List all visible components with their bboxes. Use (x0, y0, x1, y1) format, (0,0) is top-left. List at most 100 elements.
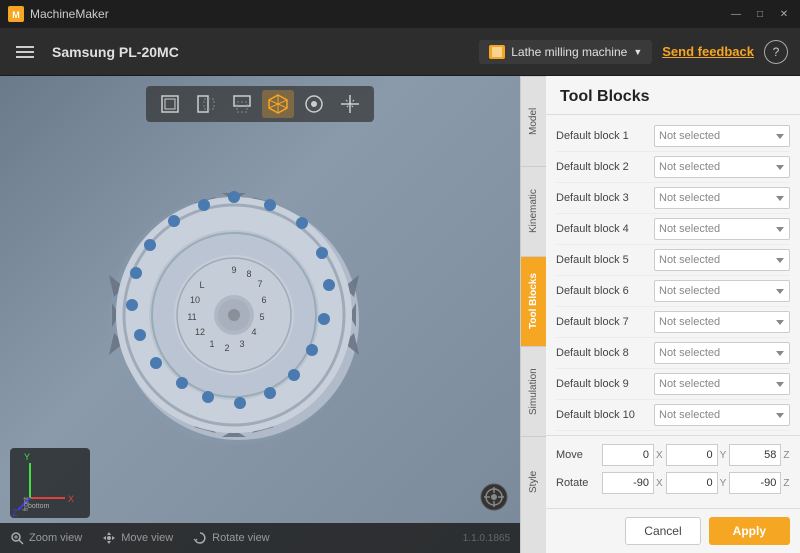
send-feedback-button[interactable]: Send feedback (662, 44, 754, 59)
transform-section: Move X Y Z (546, 435, 800, 508)
block-select-10[interactable]: Not selected (654, 404, 790, 426)
rotate-label: Rotate view (212, 532, 269, 544)
rotate-y-input[interactable] (666, 472, 718, 494)
move-view-tool[interactable]: Move view (102, 531, 173, 545)
block-row-4: Default block 4 Not selected (556, 214, 790, 245)
rotate-row: Rotate X Y Z (556, 472, 790, 494)
block-select-6[interactable]: Not selected (654, 280, 790, 302)
header-right: Lathe milling machine ▼ Send feedback ? (479, 40, 788, 64)
front-view-button[interactable] (154, 90, 186, 118)
move-inputs: X Y Z (602, 444, 790, 466)
panel-title: Tool Blocks (546, 76, 800, 115)
zoom-icon (10, 531, 24, 545)
machine-name: Samsung PL-20MC (52, 44, 179, 60)
home-button[interactable] (480, 483, 510, 513)
tab-tool-blocks[interactable]: Tool Blocks (521, 256, 546, 346)
tab-simulation[interactable]: Simulation (521, 346, 546, 436)
move-row: Move X Y Z (556, 444, 790, 466)
move-z-axis: Z (781, 450, 790, 461)
rotate-y-wrap: Y (666, 472, 727, 494)
iso-view-button[interactable] (262, 90, 294, 118)
block-label-6: Default block 6 (556, 285, 646, 297)
svg-text:2: 2 (224, 343, 229, 353)
rotate-view-tool[interactable]: Rotate view (193, 531, 269, 545)
svg-text:X: X (68, 494, 74, 504)
header-left: Samsung PL-20MC (12, 42, 179, 62)
move-x-axis: X (654, 450, 663, 461)
machine-type-button[interactable]: Lathe milling machine ▼ (479, 40, 652, 64)
rotate-x-input[interactable] (602, 472, 654, 494)
svg-text:10: 10 (190, 295, 200, 305)
rotate-z-axis: Z (781, 478, 790, 489)
crosshair-button[interactable] (334, 90, 366, 118)
svg-text:bottom: bottom (28, 503, 50, 510)
move-label-text: Move (556, 449, 598, 461)
minimize-button[interactable]: — (728, 6, 744, 22)
menu-button[interactable] (12, 42, 38, 62)
block-row-3: Default block 3Not selected (556, 183, 790, 214)
close-button[interactable]: ✕ (776, 6, 792, 22)
zoom-label: Zoom view (29, 532, 82, 544)
move-y-input[interactable] (666, 444, 718, 466)
right-panel: Model Kinematic Tool Blocks Simulation S… (520, 76, 800, 553)
block-label-5: Default block 5 (556, 254, 646, 266)
block-select-9[interactable]: Not selected (654, 373, 790, 395)
tab-model[interactable]: Model (521, 76, 546, 166)
move-label: Move view (121, 532, 173, 544)
machine-type-icon (489, 45, 505, 59)
block-row-9: Default block 9Not selected (556, 369, 790, 400)
machine-type-label: Lathe milling machine (511, 45, 627, 59)
rotate-y-axis: Y (718, 478, 727, 489)
move-z-input[interactable] (729, 444, 781, 466)
window-controls[interactable]: — □ ✕ (728, 6, 792, 22)
block-label-2: Default block 2 (556, 161, 646, 173)
view-toolbar (146, 86, 374, 122)
block-select-2[interactable]: Not selected (654, 156, 790, 178)
chevron-down-icon: ▼ (633, 47, 642, 57)
block-select-8[interactable]: Not selected (654, 342, 790, 364)
block-select-5[interactable]: Not selected (654, 249, 790, 271)
move-x-input[interactable] (602, 444, 654, 466)
tab-rail: Model Kinematic Tool Blocks Simulation S… (520, 76, 546, 553)
svg-text:9: 9 (231, 265, 236, 275)
block-label-8: Default block 8 (556, 347, 646, 359)
tab-style[interactable]: Style (521, 436, 546, 526)
svg-text:Z: Z (12, 508, 18, 518)
cancel-button[interactable]: Cancel (625, 517, 700, 545)
side-view-button[interactable] (190, 90, 222, 118)
move-y-axis: Y (718, 450, 727, 461)
help-button[interactable]: ? (764, 40, 788, 64)
block-label-4: Default block 4 (556, 223, 646, 235)
block-select-1[interactable]: Not selected (654, 125, 790, 147)
svg-text:M: M (12, 10, 20, 20)
version-text: 1.1.0.1865 (463, 533, 510, 544)
apply-button[interactable]: Apply (709, 517, 790, 545)
titlebar: M MachineMaker — □ ✕ (0, 0, 800, 28)
move-icon (102, 531, 116, 545)
main-layout: 9 8 7 6 5 4 3 2 1 12 11 10 L (0, 76, 800, 553)
block-select-3[interactable]: Not selected (654, 187, 790, 209)
rotate-z-wrap: Z (729, 472, 790, 494)
rotate-z-input[interactable] (729, 472, 781, 494)
svg-text:7: 7 (257, 279, 262, 289)
svg-text:front: front (23, 497, 30, 511)
svg-text:L: L (199, 280, 204, 290)
block-row-8: Default block 8 Not selected (556, 338, 790, 369)
block-label-1: Default block 1 (556, 130, 646, 142)
zoom-view-tool[interactable]: Zoom view (10, 531, 82, 545)
tab-kinematic[interactable]: Kinematic (521, 166, 546, 256)
maximize-button[interactable]: □ (752, 6, 768, 22)
move-x-wrap: X (602, 444, 663, 466)
machine-visualization: 9 8 7 6 5 4 3 2 1 12 11 10 L (84, 165, 384, 465)
block-row-10: Default block 10Not selected (556, 400, 790, 431)
svg-text:1: 1 (209, 339, 214, 349)
move-z-wrap: Z (729, 444, 790, 466)
header: Samsung PL-20MC Lathe milling machine ▼ … (0, 28, 800, 76)
viewport[interactable]: 9 8 7 6 5 4 3 2 1 12 11 10 L (0, 76, 520, 553)
block-select-4[interactable]: Not selected (654, 218, 790, 240)
viewport-bottom-bar: Zoom view Move view (0, 523, 520, 553)
component-view-button[interactable] (298, 90, 330, 118)
block-select-7[interactable]: Not selected (654, 311, 790, 333)
top-view-button[interactable] (226, 90, 258, 118)
svg-text:6: 6 (261, 295, 266, 305)
